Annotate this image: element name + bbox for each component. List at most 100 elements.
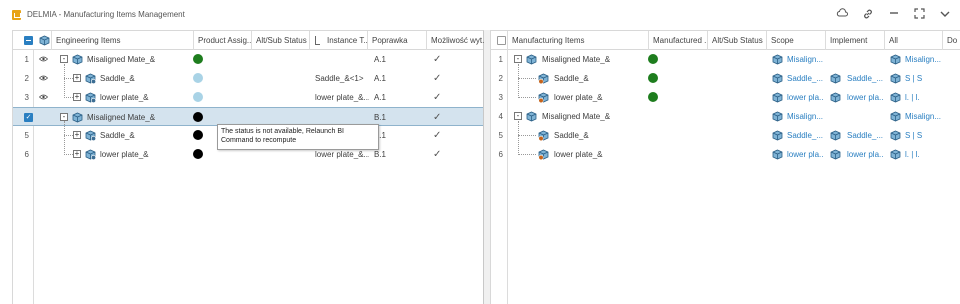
all-link[interactable]: Misalign... <box>905 107 941 126</box>
tree-connector <box>64 121 65 155</box>
item-name[interactable]: lower plate_& <box>554 88 648 107</box>
expand-toggle[interactable]: + <box>73 93 81 101</box>
scope-link[interactable]: Saddle_... <box>787 69 823 88</box>
row-number: 1 <box>24 55 29 64</box>
status-dot[interactable] <box>648 54 658 64</box>
chevron-down-icon[interactable] <box>938 8 952 22</box>
all-link[interactable]: Misalign... <box>905 50 941 69</box>
table-row[interactable]: 6 lower plate_& lower pla... lower pla... l.… <box>491 145 960 164</box>
instance-title: Saddle_&<1> <box>315 74 364 83</box>
table-row[interactable]: 1 - Misaligned Mate_& Misalign... Misalign..… <box>491 50 960 69</box>
col-product-assignment[interactable]: Product Assig... <box>193 31 251 50</box>
table-row[interactable]: 3 lower plate_& lower pla... lower pla... l.… <box>491 88 960 107</box>
expand-toggle[interactable]: + <box>73 74 81 82</box>
link-icon[interactable] <box>861 8 875 22</box>
table-row[interactable]: 2 Saddle_& Saddle_... Saddle_... S | S <box>491 69 960 88</box>
status-dot[interactable] <box>648 73 658 83</box>
col-instance-title[interactable]: Instance T... <box>309 31 367 50</box>
cloud-icon[interactable] <box>835 8 849 22</box>
item-name[interactable]: Saddle_& <box>100 126 193 145</box>
item-name[interactable]: Misaligned Mate_& <box>87 50 193 69</box>
scope-icon <box>772 111 783 122</box>
col-manufactured[interactable]: Manufactured ... <box>648 31 707 50</box>
all-link[interactable]: l. | l. <box>905 88 941 107</box>
scope-link[interactable]: lower pla... <box>787 145 823 164</box>
col-alt-sub-status[interactable]: Alt/Sub Status <box>251 31 309 50</box>
table-row[interactable]: 3 + lower plate_& lower plate_&... A.1 ✓ <box>13 88 483 107</box>
item-name[interactable]: Saddle_& <box>554 69 648 88</box>
row-number: 2 <box>24 74 29 83</box>
expand-toggle[interactable]: + <box>73 150 81 158</box>
col-do[interactable]: Do <box>942 31 960 50</box>
visibility-eye-icon[interactable] <box>38 55 49 62</box>
item-name[interactable]: lower plate_& <box>100 88 193 107</box>
expand-toggle[interactable]: + <box>73 131 81 139</box>
table-row[interactable]: 4 - Misaligned Mate_& Misalign... Misalign..… <box>491 107 960 126</box>
item-name[interactable]: lower plate_& <box>100 145 193 164</box>
visibility-eye-icon[interactable] <box>38 93 49 100</box>
implement-link[interactable]: Saddle_... <box>847 126 883 145</box>
tree-connector <box>518 64 519 98</box>
tree-connector <box>64 97 73 98</box>
minimize-icon[interactable] <box>887 8 901 22</box>
manufacturing-assembly-icon <box>526 111 537 122</box>
row-checkbox[interactable]: ✓ <box>24 113 33 122</box>
select-all-checkbox[interactable] <box>24 36 33 45</box>
col-scope[interactable]: Scope <box>766 31 825 50</box>
status-dot[interactable] <box>648 92 658 102</box>
expand-icon[interactable] <box>912 8 926 22</box>
row-number: 3 <box>24 93 29 102</box>
item-name[interactable]: Misaligned Mate_& <box>542 107 648 126</box>
table-row[interactable]: 5 Saddle_& Saddle_... Saddle_... S | S <box>491 126 960 145</box>
implement-icon <box>830 130 841 141</box>
row-number: 2 <box>498 74 503 83</box>
status-dot[interactable] <box>193 149 203 159</box>
item-name[interactable]: Misaligned Mate_& <box>87 108 193 127</box>
implement-link[interactable]: Saddle_... <box>847 69 883 88</box>
visibility-eye-icon[interactable] <box>38 74 49 81</box>
table-row[interactable]: 2 + Saddle_& Saddle_&<1> A.1 ✓ <box>13 69 483 88</box>
col-mozliwosc[interactable]: Możliwość wyt... <box>426 31 485 50</box>
implement-link[interactable]: lower pla... <box>847 88 883 107</box>
tree-connector <box>518 135 536 136</box>
col-engineering-items[interactable]: Engineering Items <box>51 31 193 50</box>
check-icon: ✓ <box>433 130 442 141</box>
col-poprawka[interactable]: Poprawka <box>367 31 426 50</box>
implement-link[interactable]: lower pla... <box>847 145 883 164</box>
col-alt-sub-status[interactable]: Alt/Sub Status <box>707 31 766 50</box>
item-name[interactable]: lower plate_& <box>554 145 648 164</box>
scope-icon <box>772 73 783 84</box>
status-dot[interactable] <box>193 130 203 140</box>
status-dot[interactable] <box>193 92 203 102</box>
col-manufacturing-items[interactable]: Manufacturing Items <box>507 31 648 50</box>
part-icon <box>85 130 97 142</box>
collapse-toggle[interactable]: - <box>60 55 68 63</box>
all-link[interactable]: l. | l. <box>905 145 941 164</box>
instance-title <box>315 50 369 69</box>
status-dot[interactable] <box>193 73 203 83</box>
product-icon <box>72 112 83 123</box>
collapse-toggle[interactable]: - <box>514 112 522 120</box>
item-name[interactable]: Misaligned Mate_& <box>542 50 648 69</box>
select-all-checkbox[interactable] <box>497 36 506 45</box>
scope-link[interactable]: Misalign... <box>787 50 823 69</box>
col-all[interactable]: All <box>884 31 942 50</box>
manufacturing-table-header: Manufacturing Items Manufactured ... Alt… <box>491 31 960 50</box>
instance-title: lower plate_&... <box>315 93 369 102</box>
scope-link[interactable]: Saddle_... <box>787 126 823 145</box>
scope-icon <box>772 92 783 103</box>
scope-link[interactable]: lower pla... <box>787 88 823 107</box>
all-link[interactable]: S | S <box>905 69 941 88</box>
title-bar: DELMIA - Manufacturing Items Management <box>0 0 960 30</box>
scope-link[interactable]: Misalign... <box>787 107 823 126</box>
collapse-toggle[interactable]: - <box>60 113 68 121</box>
table-row[interactable]: 1 - Misaligned Mate_& A.1 ✓ <box>13 50 483 69</box>
all-link[interactable]: S | S <box>905 126 941 145</box>
item-name[interactable]: Saddle_& <box>554 126 648 145</box>
item-name[interactable]: Saddle_& <box>100 69 193 88</box>
manufacturing-part-icon <box>538 130 549 142</box>
status-dot[interactable] <box>193 112 203 122</box>
collapse-toggle[interactable]: - <box>514 55 522 63</box>
col-implement[interactable]: Implement <box>825 31 884 50</box>
status-dot[interactable] <box>193 54 203 64</box>
